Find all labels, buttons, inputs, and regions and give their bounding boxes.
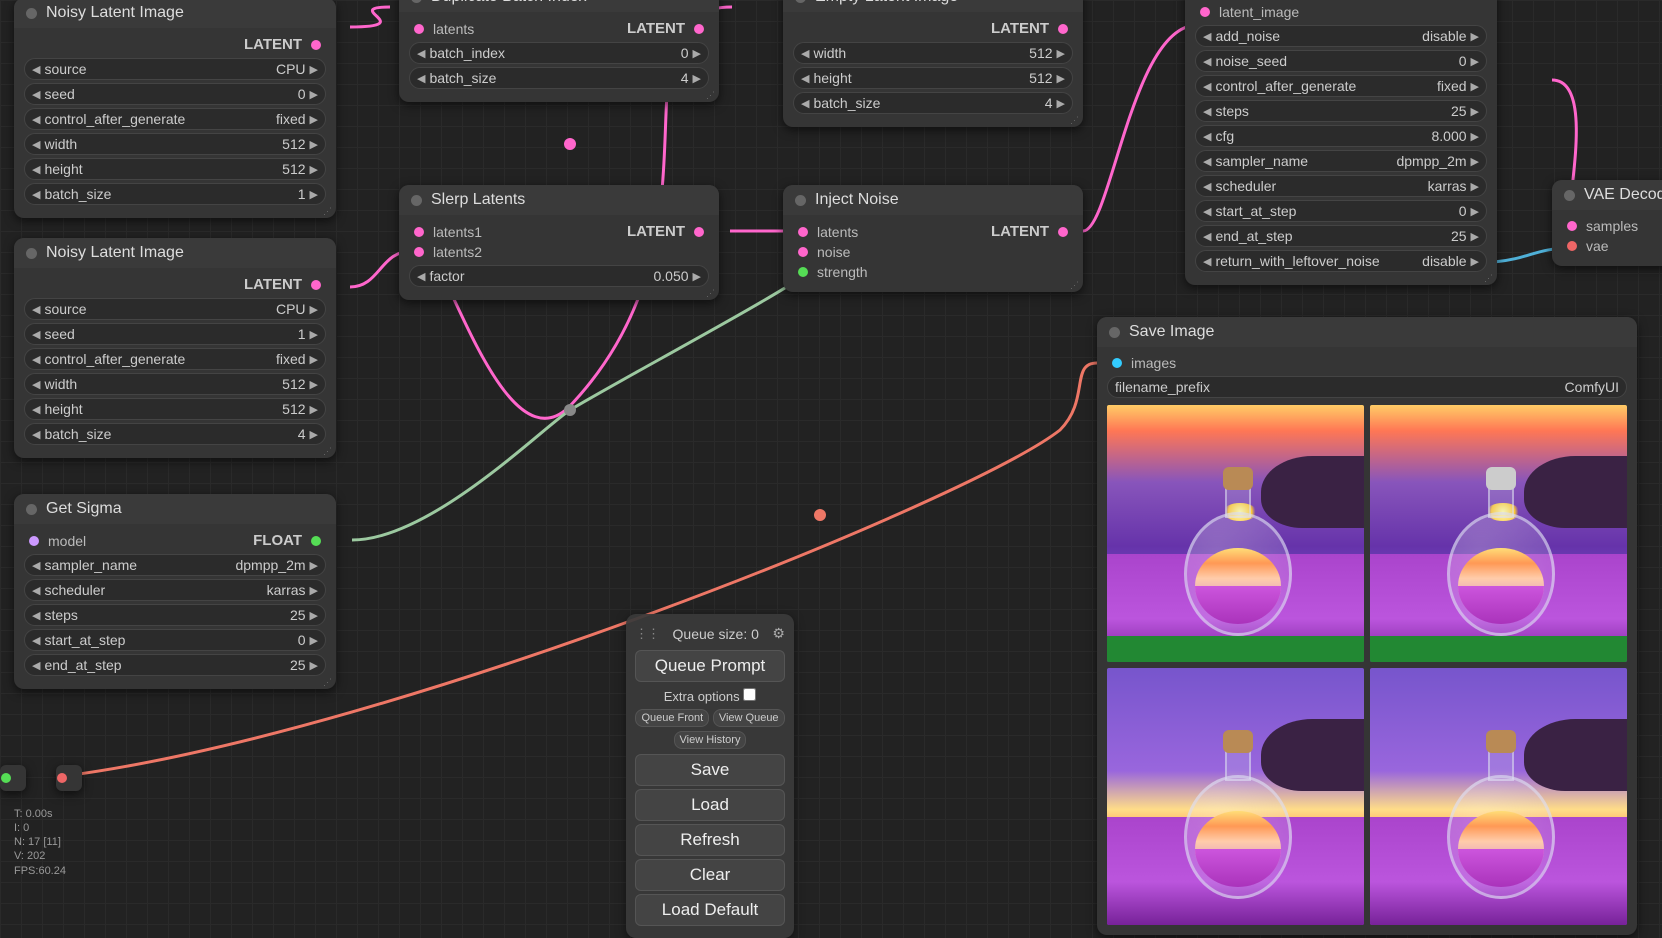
- queue-front-button[interactable]: Queue Front: [635, 709, 709, 727]
- reroute-1[interactable]: [0, 765, 26, 791]
- load-button[interactable]: Load: [635, 789, 785, 821]
- clear-button[interactable]: Clear: [635, 859, 785, 891]
- queue-size: Queue size: 0: [673, 626, 759, 642]
- node-ksampler[interactable]: negative latent_image ◀add_noisedisable▶…: [1185, 0, 1497, 285]
- refresh-button[interactable]: Refresh: [635, 824, 785, 856]
- node-title: VAE Decode: [1584, 186, 1662, 204]
- node-title: Noisy Latent Image: [46, 4, 184, 22]
- save-button[interactable]: Save: [635, 754, 785, 786]
- view-history-button[interactable]: View History: [674, 731, 747, 749]
- node-title: Get Sigma: [46, 500, 122, 518]
- node-duplicate-batch[interactable]: Duplicate Batch Index latentsLATENT ◀bat…: [399, 0, 719, 102]
- queue-prompt-button[interactable]: Queue Prompt: [635, 650, 785, 682]
- node-inject-noise[interactable]: Inject Noise latentsLATENT noise strengt…: [783, 185, 1083, 292]
- node-save-image[interactable]: Save Image images filename_prefixComfyUI: [1097, 317, 1637, 935]
- drag-handle-icon[interactable]: ⋮⋮: [635, 626, 659, 642]
- node-title: Empty Latent Image: [815, 0, 958, 6]
- reroute-2[interactable]: [56, 765, 82, 791]
- output-image-3[interactable]: [1107, 668, 1364, 925]
- node-noisy-latent-1[interactable]: Noisy Latent Image LATENT ◀sourceCPU▶ ◀s…: [14, 0, 336, 218]
- output-image-4[interactable]: [1370, 668, 1627, 925]
- node-slerp-latents[interactable]: Slerp Latents latents1LATENT latents2 ◀f…: [399, 185, 719, 300]
- node-vae-decode[interactable]: VAE Decode samples vae: [1552, 180, 1662, 266]
- output-image-1[interactable]: [1107, 405, 1364, 662]
- node-title: Inject Noise: [815, 191, 899, 209]
- extra-options-checkbox[interactable]: [743, 688, 756, 701]
- load-default-button[interactable]: Load Default: [635, 894, 785, 926]
- control-panel[interactable]: ⋮⋮Queue size: 0⚙ Queue Prompt Extra opti…: [626, 614, 794, 938]
- gear-icon[interactable]: ⚙: [772, 625, 785, 642]
- node-title: Noisy Latent Image: [46, 244, 184, 262]
- stats-overlay: T: 0.00s I: 0 N: 17 [11] V: 202 FPS:60.2…: [14, 807, 66, 878]
- node-title: Duplicate Batch Index: [431, 0, 587, 6]
- output-image-2[interactable]: [1370, 405, 1627, 662]
- node-get-sigma[interactable]: Get Sigma modelFLOAT ◀sampler_namedpmpp_…: [14, 494, 336, 689]
- node-title: Slerp Latents: [431, 191, 525, 209]
- node-title: Save Image: [1129, 323, 1214, 341]
- node-empty-latent[interactable]: Empty Latent Image LATENT ◀width512▶ ◀he…: [783, 0, 1083, 127]
- node-noisy-latent-2[interactable]: Noisy Latent Image LATENT ◀sourceCPU▶ ◀s…: [14, 238, 336, 458]
- view-queue-button[interactable]: View Queue: [713, 709, 785, 727]
